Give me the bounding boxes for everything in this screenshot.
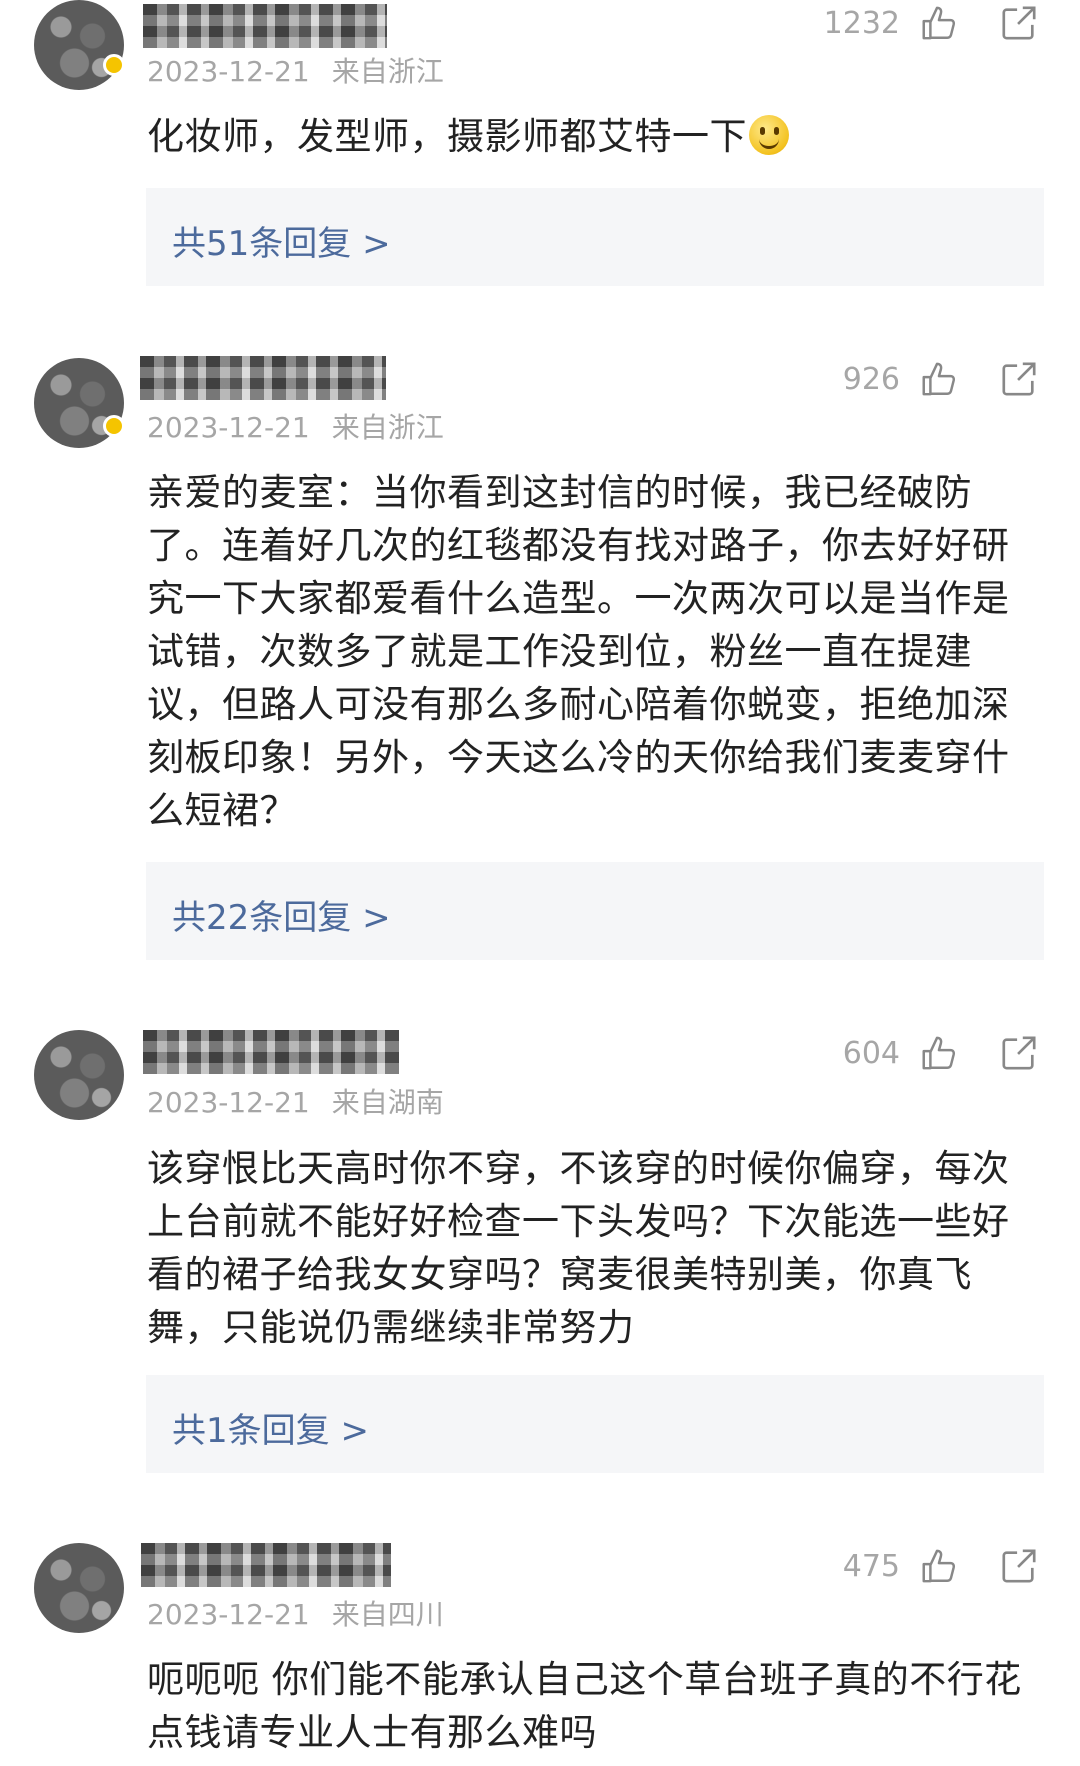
comment-text: 亲爱的麦室：当你看到这封信的时候，我已经破防了。连着好几次的红毯都没有找对路子，… <box>147 471 1010 832</box>
comment-meta: 2023-12-21 来自四川 <box>147 1593 444 1633</box>
comment-date: 2023-12-21 <box>147 1598 310 1631</box>
avatar[interactable] <box>34 1543 124 1633</box>
comment-item: 2023-12-21 来自浙江 926 亲爱的麦室：当你看到这封信的时候，我已经破… <box>0 356 1080 976</box>
share-icon[interactable] <box>1000 1547 1038 1585</box>
vip-badge <box>103 415 125 437</box>
comment-text-content: 化妆师，发型师，摄影师都艾特一下 <box>147 115 747 158</box>
comment-location: 来自浙江 <box>331 55 444 88</box>
reply-box: 共22条回复 > <box>146 862 1044 960</box>
avatar[interactable] <box>34 1030 124 1120</box>
like-count: 926 <box>842 362 900 397</box>
reply-box: 共51条回复 > <box>146 188 1044 286</box>
thumbs-up-icon[interactable] <box>919 1547 957 1585</box>
thumbs-up-icon[interactable] <box>919 360 957 398</box>
like-count: 475 <box>842 1549 900 1584</box>
view-replies-link[interactable]: 共51条回复 > <box>172 216 391 265</box>
comment-meta: 2023-12-21 来自浙江 <box>147 406 444 446</box>
comment-date: 2023-12-21 <box>147 411 310 444</box>
share-icon[interactable] <box>1000 1034 1038 1072</box>
view-replies-link[interactable]: 共1条回复 > <box>172 1403 369 1452</box>
vip-badge <box>103 54 125 76</box>
username-blurred[interactable] <box>141 1543 391 1587</box>
comment-meta: 2023-12-21 来自浙江 <box>147 50 444 90</box>
username-blurred[interactable] <box>143 1030 399 1074</box>
share-icon[interactable] <box>1000 360 1038 398</box>
comment-item: 2023-12-21 来自四川 475 呃呃呃 你们能不能承认自己这个草台班子真的… <box>0 1543 1080 1766</box>
like-count: 1232 <box>823 6 900 41</box>
comment-location: 来自浙江 <box>331 411 444 444</box>
thumbs-up-icon[interactable] <box>919 1034 957 1072</box>
comment-item: 2023-12-21 来自浙江 1232 化妆师，发型师，摄影师都艾特一下 共51… <box>0 0 1080 290</box>
comment-text: 呃呃呃 你们能不能承认自己这个草台班子真的不行花点钱请专业人士有那么难吗 <box>147 1658 1022 1754</box>
comment-location: 来自四川 <box>331 1598 444 1631</box>
share-icon[interactable] <box>1000 4 1038 42</box>
comment-text: 化妆师，发型师，摄影师都艾特一下 <box>147 110 1037 163</box>
username-blurred[interactable] <box>140 356 386 400</box>
comment-text: 该穿恨比天高时你不穿，不该穿的时候你偏穿，每次上台前就不能好好检查一下头发吗？下… <box>147 1147 1010 1349</box>
reply-box: 共1条回复 > <box>146 1375 1044 1473</box>
comment-meta: 2023-12-21 来自湖南 <box>147 1081 444 1121</box>
comment-date: 2023-12-21 <box>147 1086 310 1119</box>
thumbs-up-icon[interactable] <box>919 4 957 42</box>
smiley-emoji-icon <box>749 115 789 155</box>
avatar[interactable] <box>34 0 124 90</box>
comment-item: 2023-12-21 来自湖南 604 该穿恨比天高时你不穿，不该穿的时候你偏穿，… <box>0 1030 1080 1480</box>
like-count: 604 <box>842 1036 900 1071</box>
username-blurred[interactable] <box>143 4 387 48</box>
comment-date: 2023-12-21 <box>147 55 310 88</box>
view-replies-link[interactable]: 共22条回复 > <box>172 890 391 939</box>
comment-location: 来自湖南 <box>331 1086 444 1119</box>
